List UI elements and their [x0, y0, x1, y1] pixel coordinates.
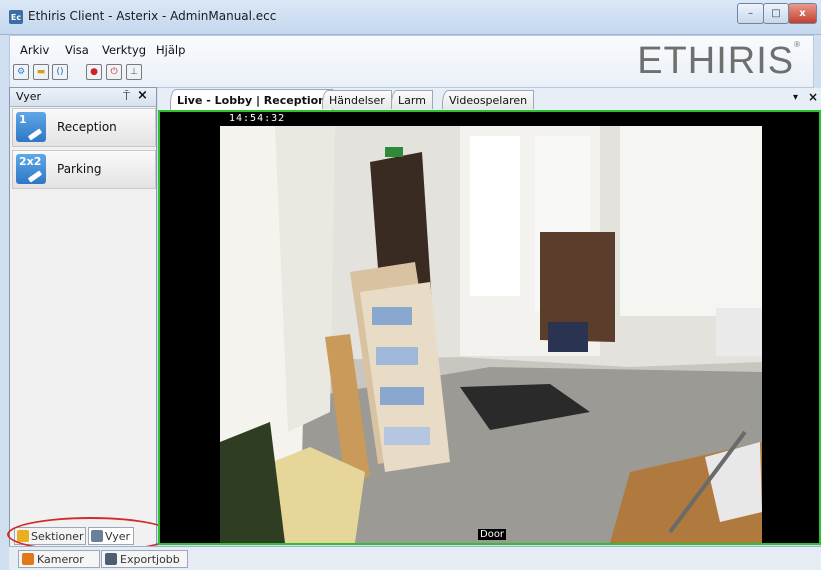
view-item-reception[interactable]: 1 Reception [12, 108, 156, 147]
view-edit-icon: 1 [16, 112, 46, 142]
export-icon[interactable]: ⊥ [126, 64, 142, 80]
tab-close-icon[interactable]: × [808, 90, 818, 104]
video-view[interactable] [158, 110, 821, 545]
tab-label: Kameror [37, 552, 84, 566]
minimize-button[interactable]: – [737, 3, 764, 24]
brackets-icon[interactable]: () [52, 64, 68, 80]
folder-icon[interactable]: ▬ [33, 64, 49, 80]
views-panel: Vyer ⍑ × 1 Reception 2x2 Parking [9, 87, 157, 547]
settings-icon[interactable]: ⚙ [13, 64, 29, 80]
tab-larm[interactable]: Larm [391, 90, 433, 109]
menu-visa[interactable]: Visa [65, 43, 89, 57]
brand-mark: ® [794, 40, 801, 49]
close-window-button[interactable]: x [788, 3, 817, 24]
view-item-parking[interactable]: 2x2 Parking [12, 150, 156, 189]
record-icon[interactable]: ● [86, 64, 102, 80]
camera-icon [22, 553, 34, 565]
toolbar-glyph: ▬ [36, 66, 46, 77]
menu-toolbar-area: Arkiv Visa Verktyg Hjälp ⚙ ▬ () ● ⏻ ⊥ ET… [9, 35, 814, 88]
power-icon[interactable]: ⏻ [106, 64, 122, 80]
view-badge: 2x2 [19, 155, 42, 168]
toolbar-glyph: ⚙ [16, 66, 26, 77]
maximize-button[interactable]: □ [763, 3, 789, 24]
brand-logo: ETHIRIS® [637, 40, 801, 83]
tab-live[interactable]: Live - Lobby | Reception [170, 89, 333, 110]
menu-arkiv[interactable]: Arkiv [20, 43, 49, 57]
pencil-icon [27, 128, 43, 141]
pencil-icon [27, 170, 43, 183]
brand-text: ETHIRIS [637, 40, 795, 82]
pin-icon[interactable]: ⍑ [123, 89, 130, 104]
menu-hjalp[interactable]: Hjälp [156, 43, 185, 57]
export-jobs-icon [105, 553, 117, 565]
tab-exportjobb[interactable]: Exportjobb [101, 550, 188, 568]
close-icon[interactable]: × [137, 88, 148, 103]
title-bar: Ec Ethiris Client - Asterix - AdminManua… [0, 0, 821, 35]
camera-feed-image [160, 112, 819, 543]
tab-kameror[interactable]: Kameror [18, 550, 100, 568]
toolbar-glyph: () [56, 66, 64, 77]
tab-handelser[interactable]: Händelser [322, 90, 392, 109]
tab-label: Exportjobb [120, 552, 180, 566]
view-label: Reception [57, 120, 117, 134]
view-badge: 1 [19, 113, 27, 126]
view-edit-icon: 2x2 [16, 154, 46, 184]
toolbar-glyph: ⏻ [110, 66, 118, 77]
panel-header: Vyer ⍑ × [10, 88, 156, 107]
app-icon: Ec [9, 10, 23, 24]
toolbar-glyph: ⊥ [130, 66, 138, 77]
menu-verktyg[interactable]: Verktyg [102, 43, 146, 57]
camera-label: Door [478, 529, 507, 540]
bottom-tab-strip: Kameror Exportjobb [9, 546, 821, 570]
video-timestamp: 14:54:32 [229, 113, 286, 124]
tab-menu-icon[interactable]: ▾ [793, 92, 798, 103]
content-tab-strip: Live - Lobby | Reception Händelser Larm … [158, 88, 821, 110]
toolbar-glyph: ● [90, 66, 98, 77]
view-label: Parking [57, 162, 102, 176]
tab-videospelaren[interactable]: Videospelaren [442, 90, 535, 109]
window-title: Ethiris Client - Asterix - AdminManual.e… [28, 9, 277, 23]
panel-title: Vyer [16, 90, 42, 103]
